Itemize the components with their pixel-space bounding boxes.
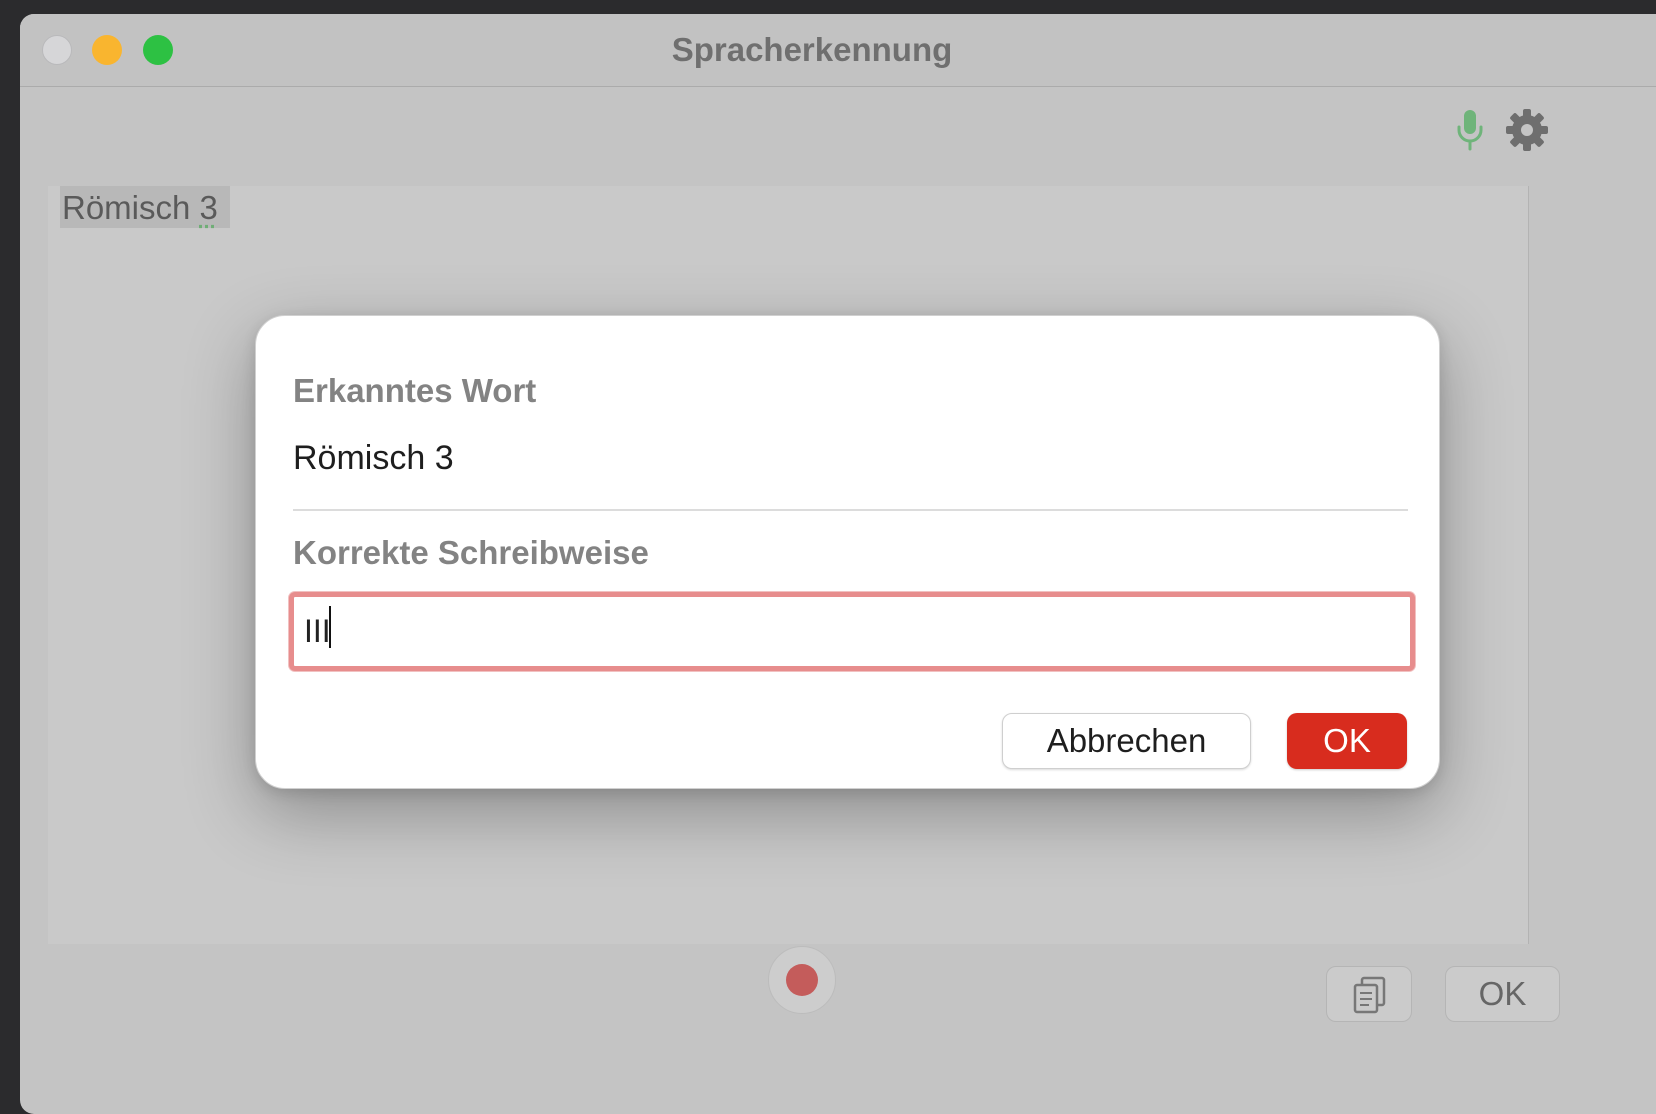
divider	[293, 509, 1408, 511]
correct-spelling-input[interactable]	[289, 592, 1415, 671]
scrollbar-track[interactable]	[1528, 186, 1529, 944]
correction-dialog: Erkanntes Wort Römisch 3 Korrekte Schrei…	[255, 315, 1440, 789]
record-button[interactable]	[768, 946, 836, 1014]
recognized-text-selection: Römisch 3	[60, 186, 230, 228]
title-bar: Spracherkennung	[20, 14, 1656, 87]
recognized-word-label: Erkanntes Wort	[293, 372, 537, 409]
microphone-icon[interactable]	[1450, 108, 1490, 152]
editor-text: Römisch	[62, 189, 200, 226]
cancel-button[interactable]: Abbrechen	[1002, 713, 1251, 769]
window-ok-button[interactable]: OK	[1445, 966, 1560, 1022]
text-cursor	[329, 606, 331, 648]
copy-button[interactable]	[1326, 966, 1412, 1022]
editor-underlined-token[interactable]: 3	[200, 189, 218, 226]
recognized-word-value: Römisch 3	[293, 439, 454, 477]
correct-spelling-label: Korrekte Schreibweise	[293, 534, 649, 571]
window-title: Spracherkennung	[671, 31, 953, 68]
gear-icon[interactable]	[1505, 108, 1549, 152]
copy-icon	[1353, 976, 1386, 1014]
ok-button[interactable]: OK	[1287, 713, 1407, 769]
record-icon	[786, 964, 818, 996]
